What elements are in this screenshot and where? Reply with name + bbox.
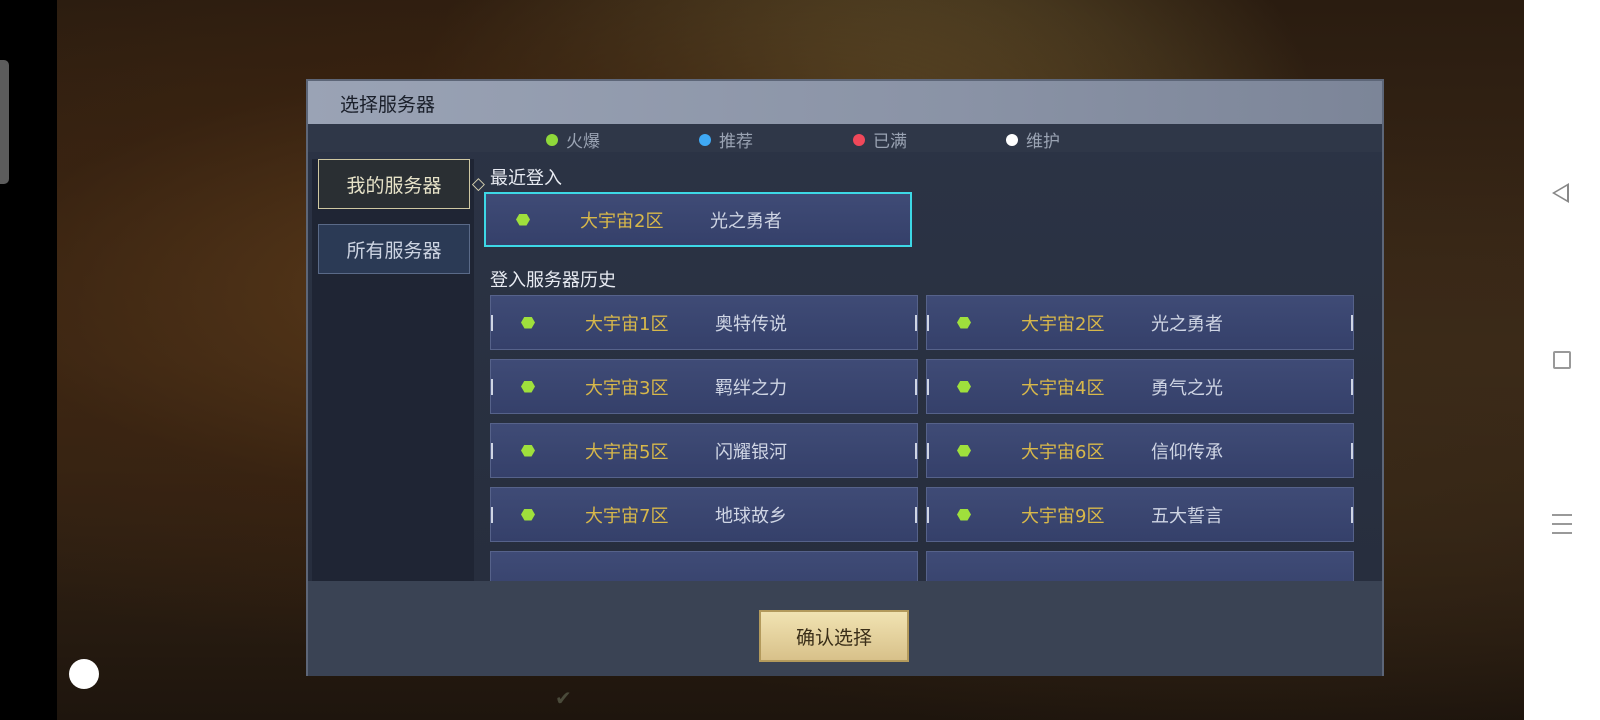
row-edge (915, 379, 917, 395)
tab-all-servers-label: 所有服务器 (346, 239, 442, 262)
home-icon[interactable] (1553, 351, 1571, 369)
row-edge (915, 315, 917, 331)
server-zone: 大宇宙9区 (1021, 505, 1105, 527)
maintenance-dot-icon (1006, 133, 1018, 146)
row-edge (491, 379, 493, 395)
status-hot-icon (957, 444, 971, 457)
row-edge (1351, 507, 1353, 523)
server-zone: 大宇宙3区 (585, 377, 669, 399)
hot-dot-icon (546, 133, 558, 146)
recommend-dot-icon (699, 133, 711, 146)
status-hot-icon (516, 213, 530, 226)
row-edge (915, 443, 917, 459)
history-server-row[interactable]: 大宇宙4区 勇气之光 (926, 359, 1354, 414)
history-server-row[interactable]: 大宇宙1区 奥特传说 (490, 295, 918, 350)
confirm-button[interactable]: 确认选择 (759, 610, 909, 662)
server-name: 光之勇者 (1151, 313, 1223, 335)
status-hot-icon (521, 316, 535, 329)
full-dot-icon (853, 133, 865, 146)
dialog-title-bar: 选择服务器 (308, 81, 1382, 124)
row-edge (927, 507, 929, 523)
server-name: 闪耀银河 (715, 441, 787, 463)
server-select-dialog: 选择服务器 火爆 推荐 已满 维护 我的服务器 ◇ 所有服务器 最近登入 大宇宙… (306, 79, 1384, 676)
row-edge (927, 315, 929, 331)
server-zone: 大宇宙1区 (585, 313, 669, 335)
server-zone: 大宇宙7区 (585, 505, 669, 527)
server-zone: 大宇宙4区 (1021, 377, 1105, 399)
check-icon: ✔ (555, 686, 572, 710)
row-edge (927, 443, 929, 459)
tab-all-servers[interactable]: 所有服务器 (318, 224, 470, 274)
history-server-row[interactable]: 大宇宙2区 光之勇者 (926, 295, 1354, 350)
legend-recommend: 推荐 (699, 127, 753, 152)
row-edge (1351, 315, 1353, 331)
status-hot-icon (521, 380, 535, 393)
row-edge (491, 507, 493, 523)
row-edge (491, 443, 493, 459)
row-edge (1351, 379, 1353, 395)
dialog-title: 选择服务器 (340, 94, 436, 116)
tab-my-servers[interactable]: 我的服务器 ◇ (318, 159, 485, 209)
legend-hot-label: 火爆 (566, 132, 600, 152)
server-name: 地球故乡 (715, 505, 787, 527)
recent-server-row[interactable]: 大宇宙2区 光之勇者 (484, 192, 912, 247)
server-name: 羁绊之力 (715, 377, 787, 399)
row-edge (915, 507, 917, 523)
history-server-row[interactable]: 大宇宙5区 闪耀银河 (490, 423, 918, 478)
status-hot-icon (521, 508, 535, 521)
server-name: 勇气之光 (1151, 377, 1223, 399)
server-name: 奥特传说 (715, 313, 787, 335)
floating-assist-button[interactable] (69, 659, 99, 689)
row-edge (1351, 443, 1353, 459)
dialog-footer: 确认选择 (308, 581, 1382, 676)
menu-icon[interactable] (1552, 514, 1572, 534)
status-hot-icon (957, 316, 971, 329)
status-hot-icon (957, 508, 971, 521)
edge-handle[interactable] (0, 60, 9, 184)
history-label: 登入服务器历史 (490, 270, 616, 291)
tab-my-servers-label: 我的服务器 (346, 174, 442, 197)
history-server-row[interactable]: 大宇宙7区 地球故乡 (490, 487, 918, 542)
legend-full: 已满 (853, 127, 907, 152)
back-icon[interactable] (1552, 183, 1569, 203)
legend-maintenance-label: 维护 (1026, 132, 1060, 152)
server-zone: 大宇宙2区 (580, 210, 664, 232)
history-server-row[interactable]: 大宇宙3区 羁绊之力 (490, 359, 918, 414)
server-name: 五大誓言 (1151, 505, 1223, 527)
row-edge (491, 315, 493, 331)
history-server-row[interactable]: 大宇宙6区 信仰传承 (926, 423, 1354, 478)
server-zone: 大宇宙2区 (1021, 313, 1105, 335)
server-name: 光之勇者 (710, 210, 782, 232)
status-hot-icon (957, 380, 971, 393)
system-nav-bar (1524, 0, 1600, 720)
row-edge (927, 379, 929, 395)
history-server-row[interactable]: 大宇宙9区 五大誓言 (926, 487, 1354, 542)
server-zone: 大宇宙6区 (1021, 441, 1105, 463)
legend-recommend-label: 推荐 (719, 132, 753, 152)
recent-label: 最近登入 (490, 168, 562, 189)
server-zone: 大宇宙5区 (585, 441, 669, 463)
status-hot-icon (521, 444, 535, 457)
server-name: 信仰传承 (1151, 441, 1223, 463)
agreement-row[interactable]: ✔ (555, 686, 580, 710)
legend-full-label: 已满 (873, 132, 907, 152)
legend-hot: 火爆 (546, 127, 600, 152)
status-legend: 火爆 推荐 已满 维护 (308, 124, 1382, 152)
legend-maintenance: 维护 (1006, 127, 1060, 152)
